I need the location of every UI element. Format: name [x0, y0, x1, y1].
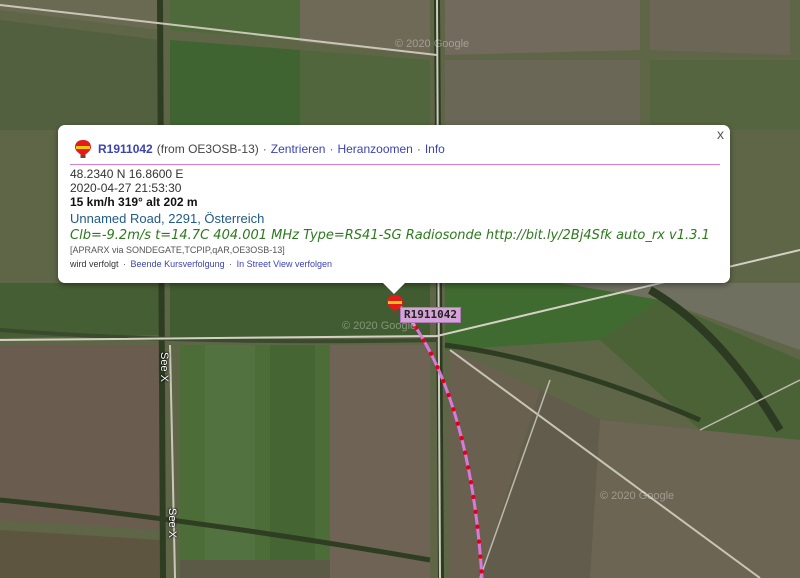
stop-tracking-link[interactable]: Beende Kursverfolgung — [131, 259, 225, 269]
track-point — [479, 569, 484, 574]
track-point — [459, 435, 464, 441]
close-icon[interactable]: x — [717, 126, 724, 142]
balloon-icon — [75, 140, 91, 158]
separator: · — [229, 259, 233, 269]
aprs-path: [APRARX via SONDEGATE,TCPIP,qAR,OE3OSB-1… — [70, 245, 285, 255]
zoom-in-link[interactable]: Heranzoomen — [337, 142, 412, 156]
separator: · — [262, 142, 267, 156]
track-point — [462, 450, 468, 455]
track-point — [473, 509, 478, 514]
track-point — [476, 539, 482, 544]
map-watermark: © 2020 Google — [395, 38, 470, 50]
track-point — [478, 554, 483, 559]
separator: · — [416, 142, 421, 156]
track-point — [421, 338, 427, 343]
tracking-status: wird verfolgt — [70, 259, 119, 269]
station-info-popup: x R1911042 (from OE3OSB-13) · Zentrieren… — [58, 125, 730, 294]
track-point — [428, 351, 434, 356]
road-label-see-x: See X — [166, 508, 178, 538]
street-view-follow-link[interactable]: In Street View verfolgen — [237, 259, 332, 269]
track-point — [468, 479, 474, 485]
address: Unnamed Road, 2291, Österreich — [70, 211, 265, 226]
callsign-link[interactable]: R1911042 — [98, 142, 153, 156]
source-station: (from OE3OSB-13) — [156, 142, 259, 156]
track-point — [475, 524, 480, 529]
popup-header: R1911042 (from OE3OSB-13) · Zentrieren ·… — [70, 137, 720, 165]
coordinates: 48.2340 N 16.8600 E — [70, 167, 184, 181]
station-comment: Clb=-9.2m/s t=14.7C 404.001 MHz Type=RS4… — [70, 228, 710, 243]
marker-callsign-label[interactable]: R1911042 — [400, 307, 461, 323]
separator: · — [329, 142, 334, 156]
separator: · — [123, 259, 127, 269]
info-link[interactable]: Info — [425, 142, 445, 156]
track-point — [435, 365, 440, 370]
track-point — [451, 407, 456, 412]
track-point — [446, 392, 451, 398]
center-link[interactable]: Zentrieren — [271, 142, 326, 156]
map-watermark: © 2020 Google — [600, 490, 675, 502]
tracking-status-row: wird verfolgt · Beende Kursverfolgung · … — [70, 257, 720, 271]
track-point — [455, 421, 460, 426]
track-point — [471, 494, 476, 500]
speed-course-altitude: 15 km/h 319° alt 202 m — [70, 195, 198, 209]
track-point — [441, 378, 446, 384]
timestamp: 2020-04-27 21:53:30 — [70, 181, 182, 195]
track-point — [465, 465, 471, 470]
road-label-see-x: See X — [158, 352, 170, 382]
popup-pointer — [383, 283, 405, 294]
